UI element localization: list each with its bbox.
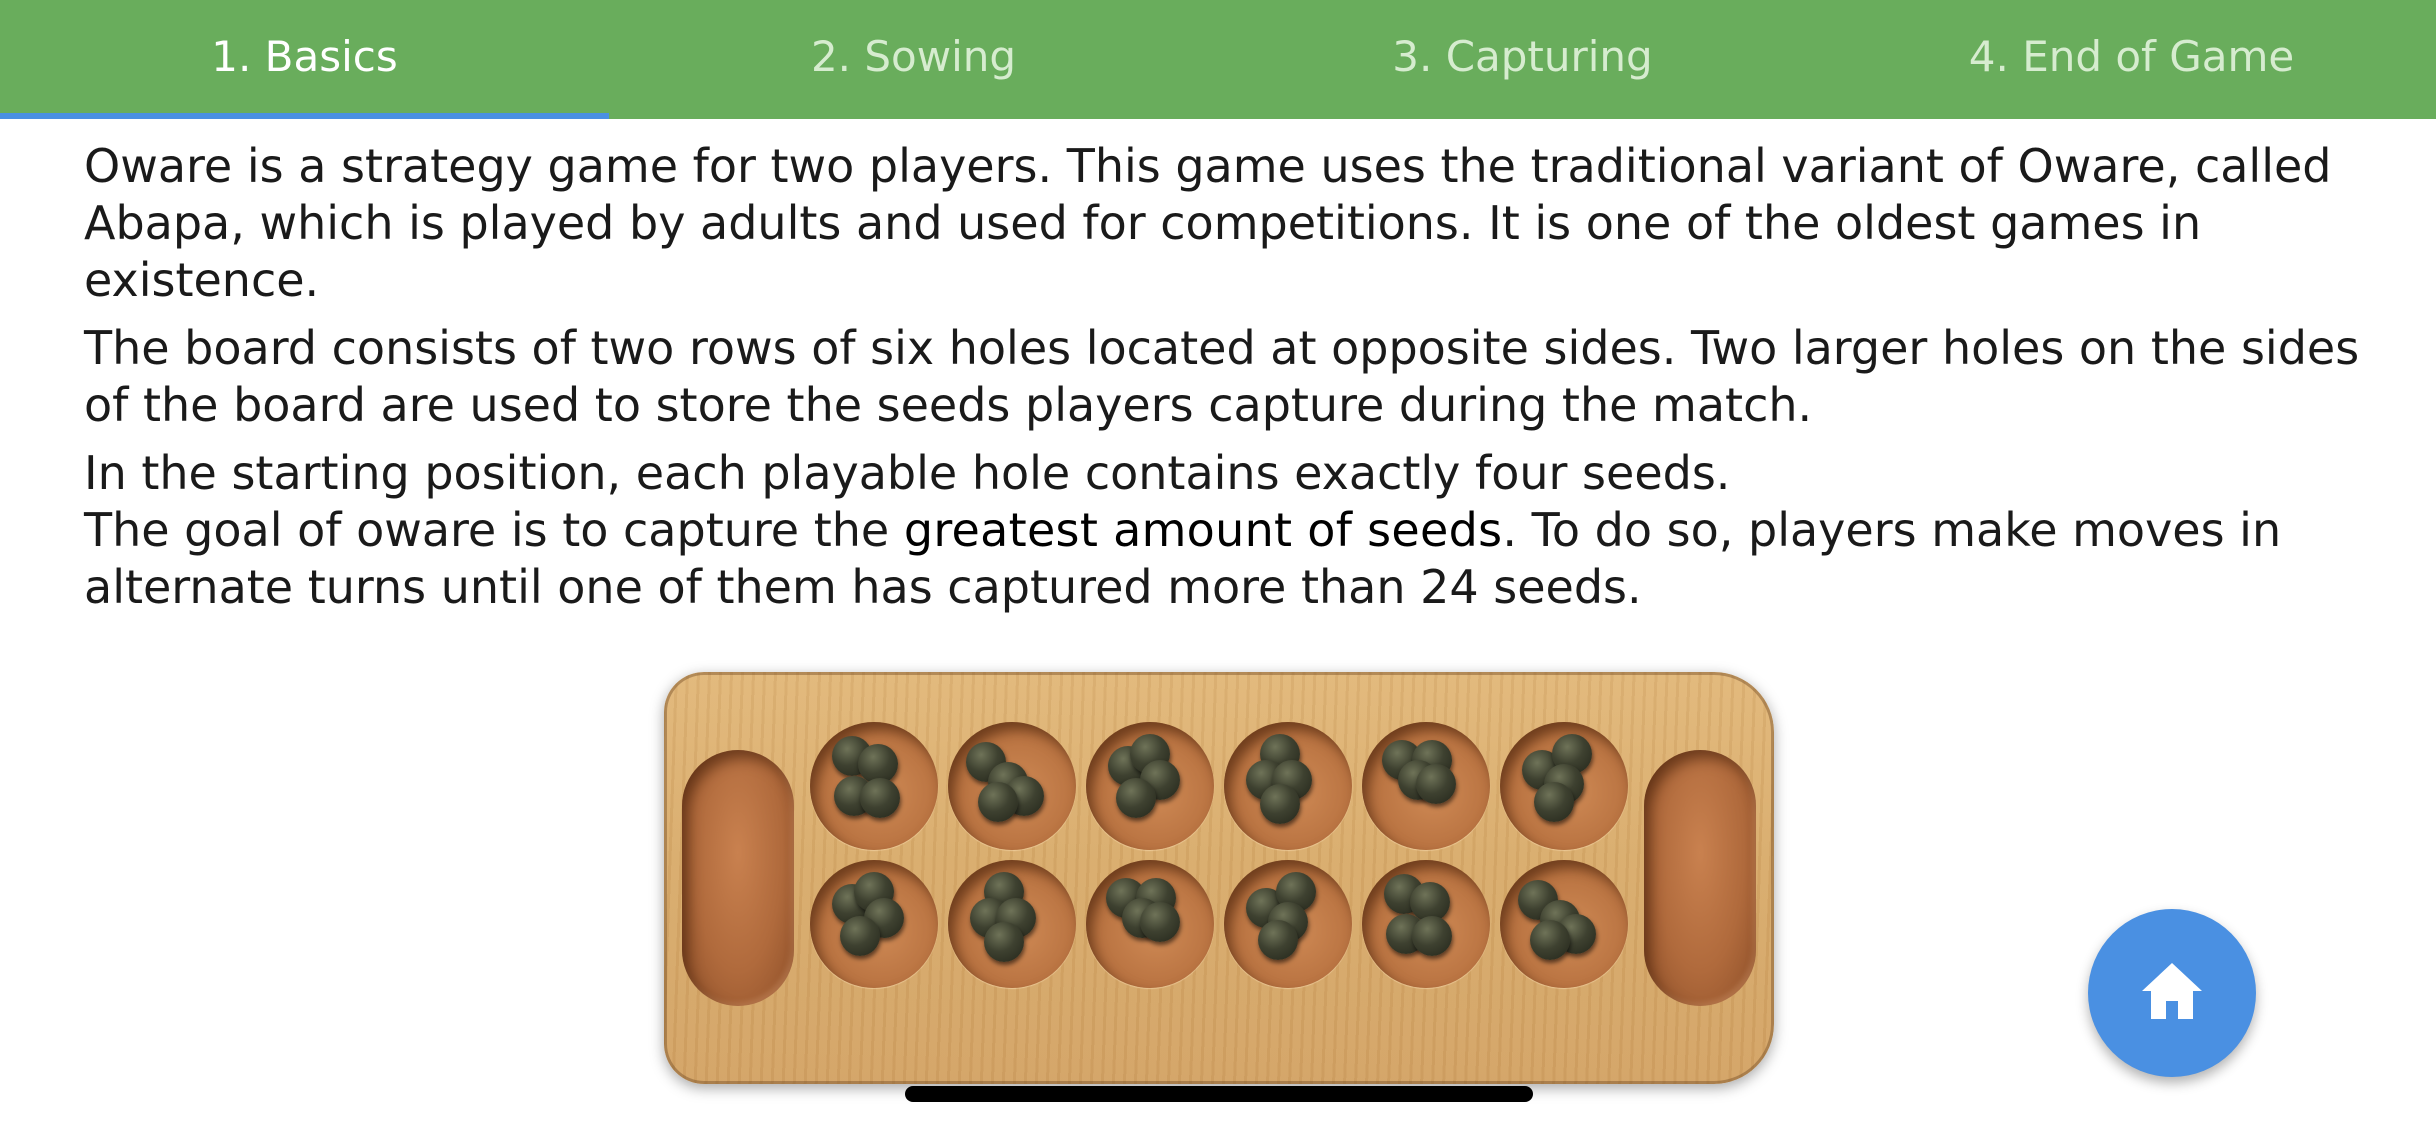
seed xyxy=(1260,784,1300,824)
seed xyxy=(978,782,1018,822)
intro-paragraph: Oware is a strategy game for two players… xyxy=(84,139,2332,307)
pit xyxy=(810,722,938,850)
pit xyxy=(1362,722,1490,850)
seed xyxy=(984,922,1024,962)
pit xyxy=(1362,860,1490,988)
seed xyxy=(1140,902,1180,942)
active-tab-indicator xyxy=(0,113,609,119)
pit xyxy=(1500,860,1628,988)
tab-end-of-game[interactable]: 4. End of Game xyxy=(1827,0,2436,113)
seed xyxy=(1412,916,1452,956)
board-paragraph: The board consists of two rows of six ho… xyxy=(84,321,2360,432)
seed xyxy=(1530,920,1570,960)
goal-text-start: The goal of oware is to capture the xyxy=(84,503,904,557)
pit xyxy=(948,722,1076,850)
pit xyxy=(1086,860,1214,988)
seed xyxy=(1416,764,1456,804)
tab-capturing[interactable]: 3. Capturing xyxy=(1218,0,1827,113)
goal-paragraph: The goal of oware is to capture the grea… xyxy=(84,502,2384,616)
pit xyxy=(948,860,1076,988)
right-store xyxy=(1644,750,1756,1006)
goal-emphasis: greatest amount of seeds xyxy=(903,503,1503,557)
home-icon xyxy=(2140,961,2204,1025)
seed xyxy=(840,916,880,956)
pit xyxy=(810,860,938,988)
rules-text: Oware is a strategy game for two players… xyxy=(84,138,2384,627)
seed xyxy=(860,778,900,818)
oware-board-illustration xyxy=(658,668,1778,1088)
pit xyxy=(1500,722,1628,850)
tab-sowing[interactable]: 2. Sowing xyxy=(609,0,1218,113)
left-store xyxy=(682,750,794,1006)
home-indicator xyxy=(905,1086,1533,1102)
wooden-board xyxy=(664,672,1774,1084)
seed xyxy=(1534,782,1574,822)
home-button[interactable] xyxy=(2088,909,2256,1077)
seed xyxy=(1116,778,1156,818)
pit xyxy=(1224,860,1352,988)
tab-bar: 1. Basics 2. Sowing 3. Capturing 4. End … xyxy=(0,0,2436,119)
pit xyxy=(1224,722,1352,850)
tab-basics[interactable]: 1. Basics xyxy=(0,0,609,113)
seed xyxy=(1258,920,1298,960)
pit xyxy=(1086,722,1214,850)
starting-position-paragraph: In the starting position, each playable … xyxy=(84,446,1731,500)
